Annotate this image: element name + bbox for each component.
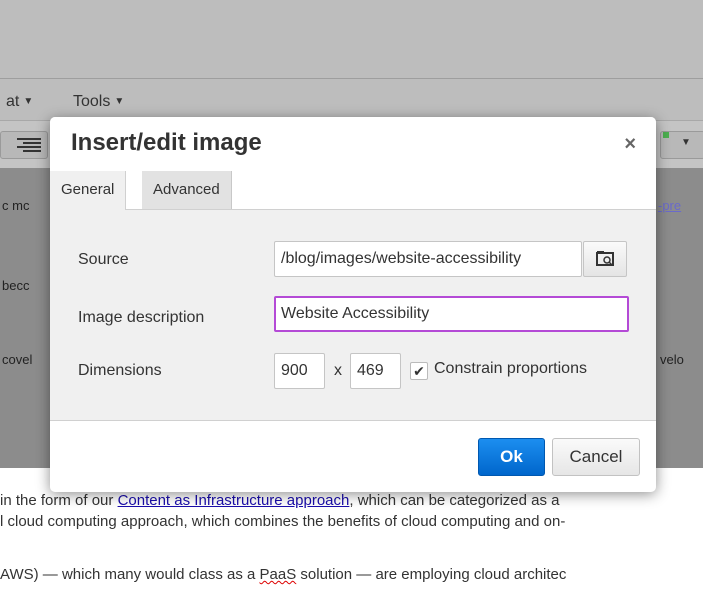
misspelled-word[interactable]: PaaS	[260, 566, 297, 583]
content-infrastructure-link[interactable]: Content as Infrastructure approach	[118, 492, 350, 509]
bg-link-fragment[interactable]: -pre	[658, 198, 681, 213]
chevron-down-icon: ▼	[23, 96, 34, 107]
constrain-checkbox[interactable]: ✔	[410, 362, 428, 380]
menu-format-label: at	[6, 93, 20, 110]
bg-text-fragment: c mc	[2, 198, 30, 213]
paragraph-text: , which can be categorized as a	[349, 492, 560, 509]
dialog-title: Insert/edit image	[71, 129, 262, 156]
checkmark-icon: ✔	[413, 363, 425, 379]
chevron-down-icon: ▼	[114, 96, 125, 107]
description-label: Image description	[78, 309, 205, 326]
align-button[interactable]	[0, 131, 48, 159]
dialog-tabbar: General Advanced	[50, 171, 656, 210]
source-input[interactable]	[274, 241, 582, 277]
color-swatch-icon	[663, 132, 669, 138]
paragraph-line: in the form of our Content as Infrastruc…	[0, 492, 559, 509]
bg-text-fragment: becc	[2, 278, 30, 293]
menu-format[interactable]: at ▼	[6, 93, 33, 111]
tab-advanced[interactable]: Advanced	[142, 171, 232, 209]
ok-button[interactable]: Ok	[478, 438, 545, 476]
paragraph-line: l cloud computing approach, which combin…	[0, 513, 566, 530]
dimensions-label: Dimensions	[78, 362, 162, 379]
width-input[interactable]	[274, 353, 325, 389]
bg-text-fragment: covel	[2, 352, 33, 367]
paragraph-line: AWS) — which many would class as a PaaS …	[0, 566, 566, 583]
chevron-down-icon: ▼	[681, 137, 691, 148]
browse-button[interactable]	[583, 241, 627, 277]
insert-image-dialog: Insert/edit image × General Advanced Sou…	[50, 117, 656, 492]
dialog-header: Insert/edit image ×	[50, 117, 656, 171]
bg-text-fragment: velo	[660, 352, 684, 367]
close-icon[interactable]: ×	[624, 133, 636, 156]
paragraph-text: in the form of our	[0, 492, 118, 509]
cancel-button[interactable]: Cancel	[552, 438, 640, 476]
color-dropdown-button[interactable]: ▼	[660, 131, 703, 159]
editor-top-area	[0, 0, 703, 78]
browse-folder-icon	[596, 251, 614, 266]
menu-tools[interactable]: Tools ▼	[73, 93, 124, 111]
dimension-separator: x	[334, 362, 342, 379]
tab-general[interactable]: General	[50, 171, 127, 210]
menu-tools-label: Tools	[73, 93, 111, 110]
source-label: Source	[78, 251, 129, 268]
constrain-label[interactable]: Constrain proportions	[434, 360, 587, 378]
paragraph-text: solution — are employing cloud architec	[296, 566, 567, 583]
paragraph-text: AWS) — which many would class as a	[0, 566, 260, 583]
dialog-footer: Ok Cancel	[50, 420, 656, 492]
editor-menubar: at ▼ Tools ▼	[0, 78, 703, 121]
align-justify-icon	[17, 138, 41, 152]
height-input[interactable]	[350, 353, 401, 389]
description-input[interactable]	[274, 296, 629, 332]
